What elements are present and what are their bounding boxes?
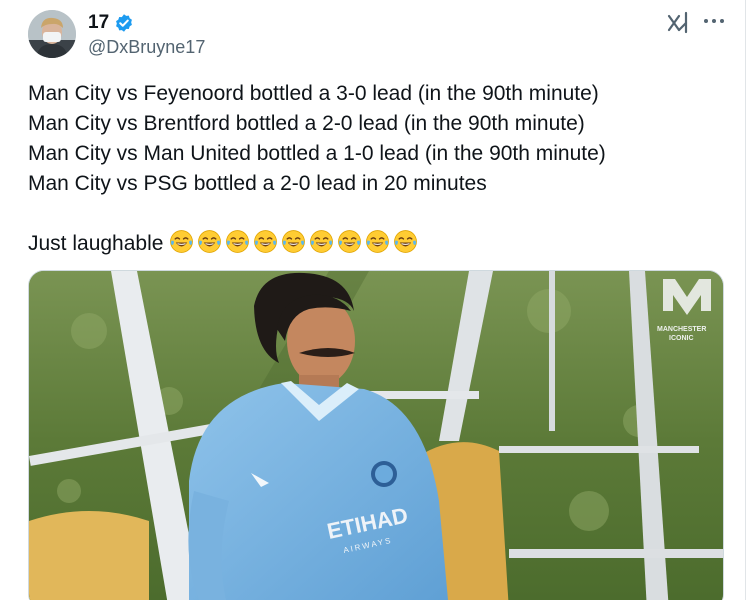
- tweet-line: Man City vs PSG bottled a 2-0 lead in 20…: [28, 172, 487, 195]
- tears-of-joy-emoji-icon: [338, 230, 362, 253]
- tears-of-joy-emoji-icon: [282, 230, 306, 253]
- tweet-line: Man City vs Feyenoord bottled a 3-0 lead…: [28, 82, 599, 105]
- tears-of-joy-emoji-icon: [394, 230, 418, 253]
- watermark-line2: ICONIC: [669, 335, 694, 342]
- tears-of-joy-emoji-icon: [366, 230, 390, 253]
- avatar[interactable]: [28, 10, 76, 58]
- closing-text: Just laughable: [28, 232, 164, 255]
- page-border: [745, 0, 746, 600]
- tears-of-joy-emoji-icon: [226, 230, 250, 253]
- tears-of-joy-emoji-icon: [170, 230, 194, 253]
- author-name-row: 17: [88, 12, 134, 34]
- tweet-line: Man City vs Man United bottled a 1-0 lea…: [28, 142, 606, 165]
- grok-icon[interactable]: [666, 10, 694, 36]
- author-display-name[interactable]: 17: [88, 12, 109, 34]
- tears-of-joy-emoji-icon: [310, 230, 334, 253]
- more-options-icon[interactable]: [700, 8, 728, 34]
- tears-of-joy-emoji-icon: [254, 230, 278, 253]
- author-handle[interactable]: @DxBruyne17: [88, 37, 205, 57]
- tears-of-joy-emoji-icon: [198, 230, 222, 253]
- tweet-text: Man City vs Feyenoord bottled a 3-0 lead…: [28, 79, 728, 259]
- closing-line: Just laughable: [28, 229, 728, 259]
- avatar-image: [28, 10, 76, 58]
- verified-badge-icon: [114, 13, 134, 33]
- emoji-row: [169, 229, 418, 254]
- watermark-line1: MANCHESTER: [657, 326, 706, 333]
- tweet-line: Man City vs Brentford bottled a 2-0 lead…: [28, 112, 585, 135]
- tweet-image[interactable]: ETIHAD AIRWAYS MANCHESTER ICONIC: [28, 270, 724, 600]
